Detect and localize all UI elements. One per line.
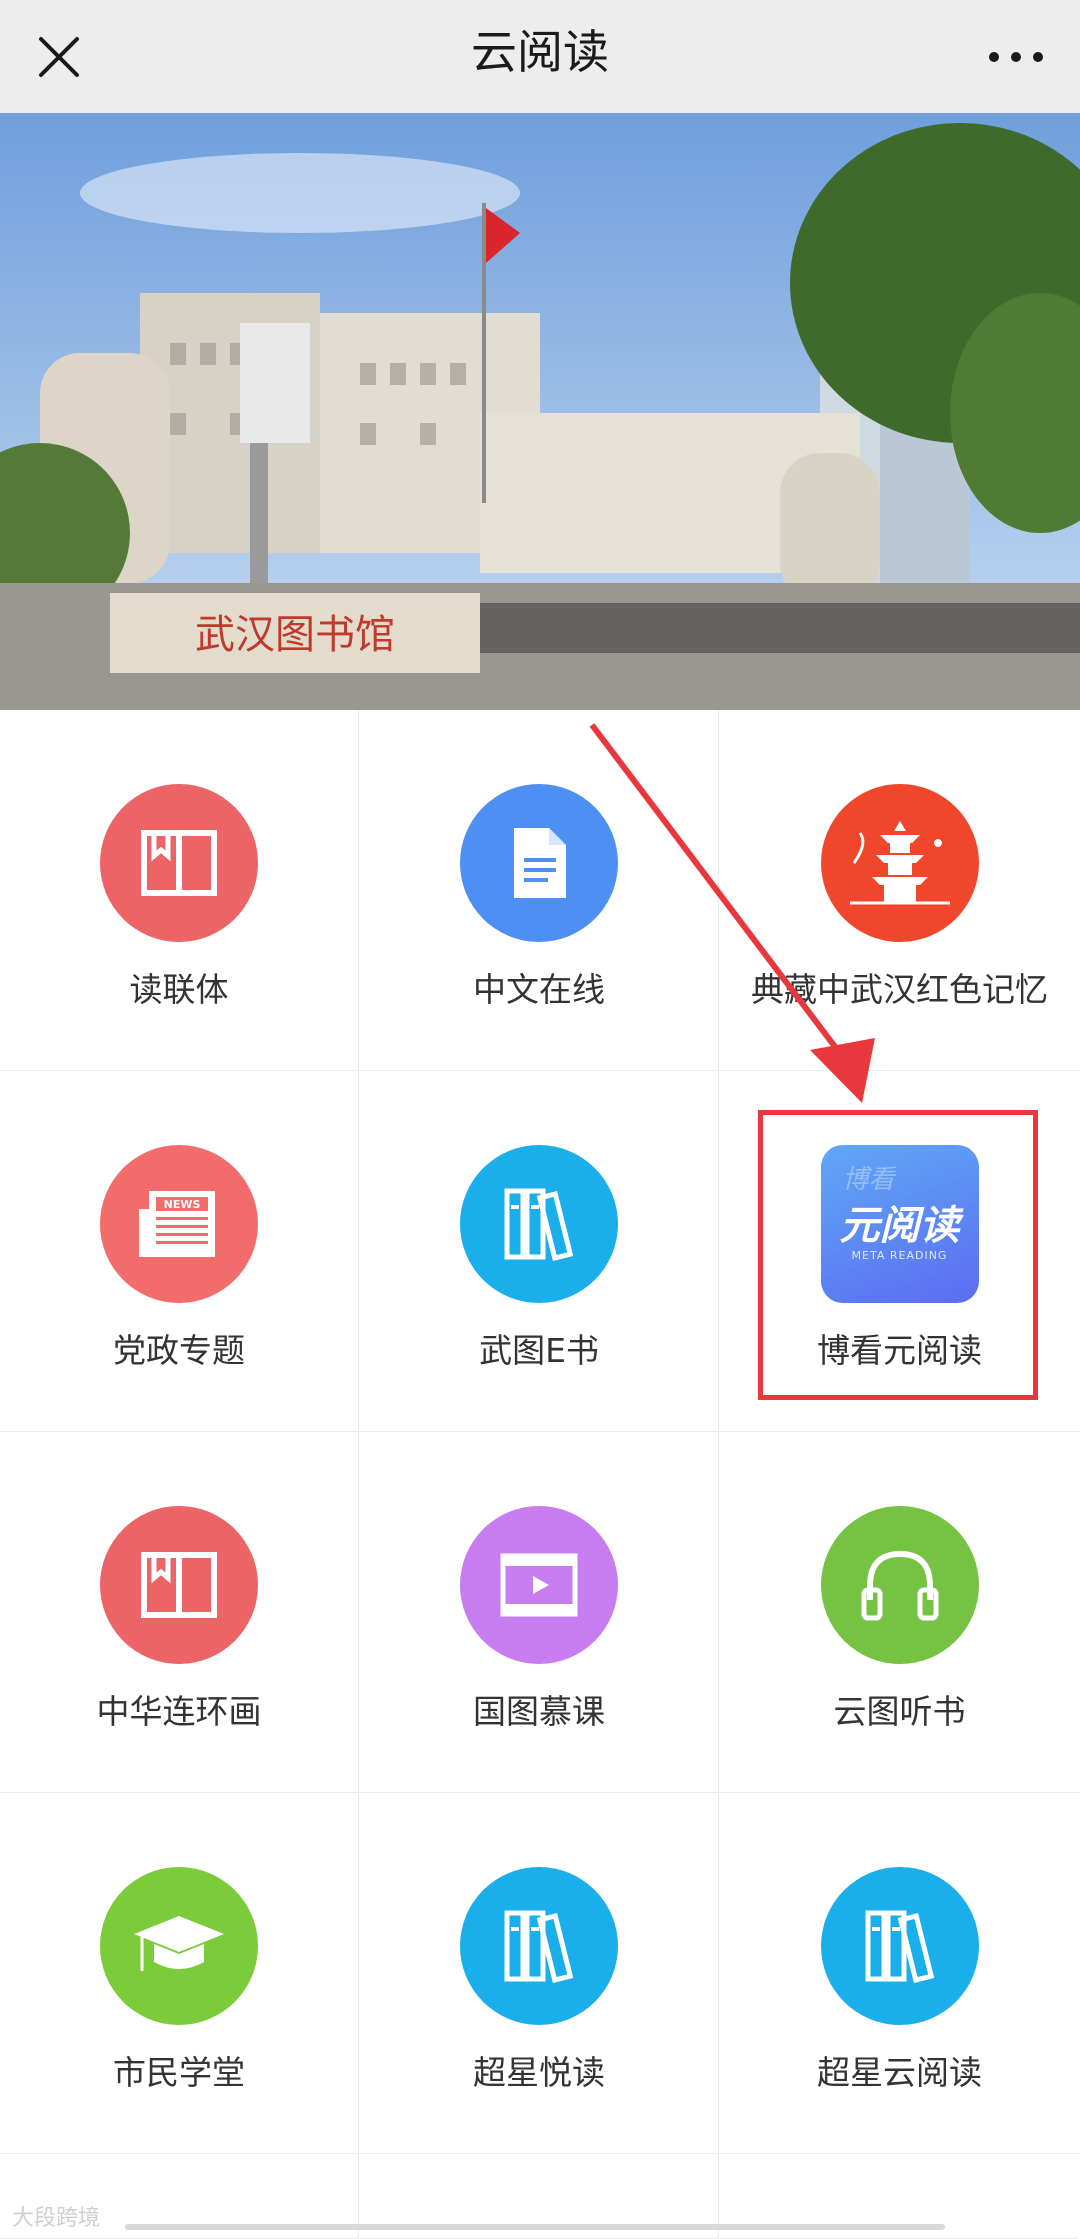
page-title: 云阅读 [471,25,609,79]
library-photo: 武汉图书馆 [0,113,1080,710]
app-tile[interactable]: 国图慕课 [360,1432,719,1793]
app-tile[interactable]: 市民学堂 [0,1793,359,2154]
app-tile[interactable]: 中华连环画 [0,1432,359,1793]
app-tile[interactable]: 读联体 [0,710,359,1071]
app-tile[interactable]: 超星云阅读 [720,1793,1079,2154]
yellow-crane-tower-icon [820,784,979,942]
app-tile-label: 超星云阅读 [817,2053,982,2092]
book-icon [100,1506,258,1664]
library-sign: 武汉图书馆 [195,612,395,658]
app-tile[interactable]: 中文在线 [360,710,719,1071]
headphones-icon [820,1506,979,1664]
svg-text:NEWS: NEWS [164,1198,201,1211]
app-tile[interactable]: 武图E书 [360,1071,719,1432]
app-tile[interactable]: 超星悦读 [360,1793,719,2154]
app-tile[interactable]: 云图听书 [720,1432,1079,1793]
app-tile-label: 读联体 [129,970,229,1009]
document-icon [460,784,618,942]
horizontal-scrollbar[interactable] [125,2224,945,2230]
book-icon [100,784,258,942]
bookshelf-icon [820,1867,979,2025]
app-tile-label: 党政专题 [113,1331,245,1370]
app-tile-label: 中文在线 [473,970,605,1009]
bookshelf-icon [460,1145,618,1303]
library-banner-image[interactable]: 武汉图书馆 [0,113,1080,710]
newspaper-icon: NEWS [100,1145,258,1303]
app-tile-label: 国图慕课 [473,1692,605,1731]
app-tile-label: 云图听书 [833,1692,966,1731]
app-tile-label: 市民学堂 [113,2053,245,2092]
top-bar: 云阅读 [0,0,1080,113]
app-tile[interactable]: 典藏中武汉红色记忆 [720,710,1079,1071]
watermark: 大段跨境 [12,2206,101,2231]
app-tile[interactable]: NEWS 党政专题 [0,1071,359,1432]
app-tile-label: 武图E书 [479,1331,599,1370]
more-icon [989,52,1043,62]
highlight-box [758,1110,1038,1400]
app-tile-label: 超星悦读 [473,2053,605,2092]
app-tile-label: 中华连环画 [96,1692,262,1731]
bookshelf-icon [460,1867,618,2025]
app-tile-label: 典藏中武汉红色记忆 [751,970,1048,1009]
graduation-cap-icon [100,1867,258,2025]
more-button[interactable] [976,22,1056,92]
video-icon [460,1506,618,1664]
app-grid: 读联体 中文在线 典藏中武汉红色记忆 NEWS 党政专题 武图E书 博看 元阅读 META RE… [0,710,1080,2239]
